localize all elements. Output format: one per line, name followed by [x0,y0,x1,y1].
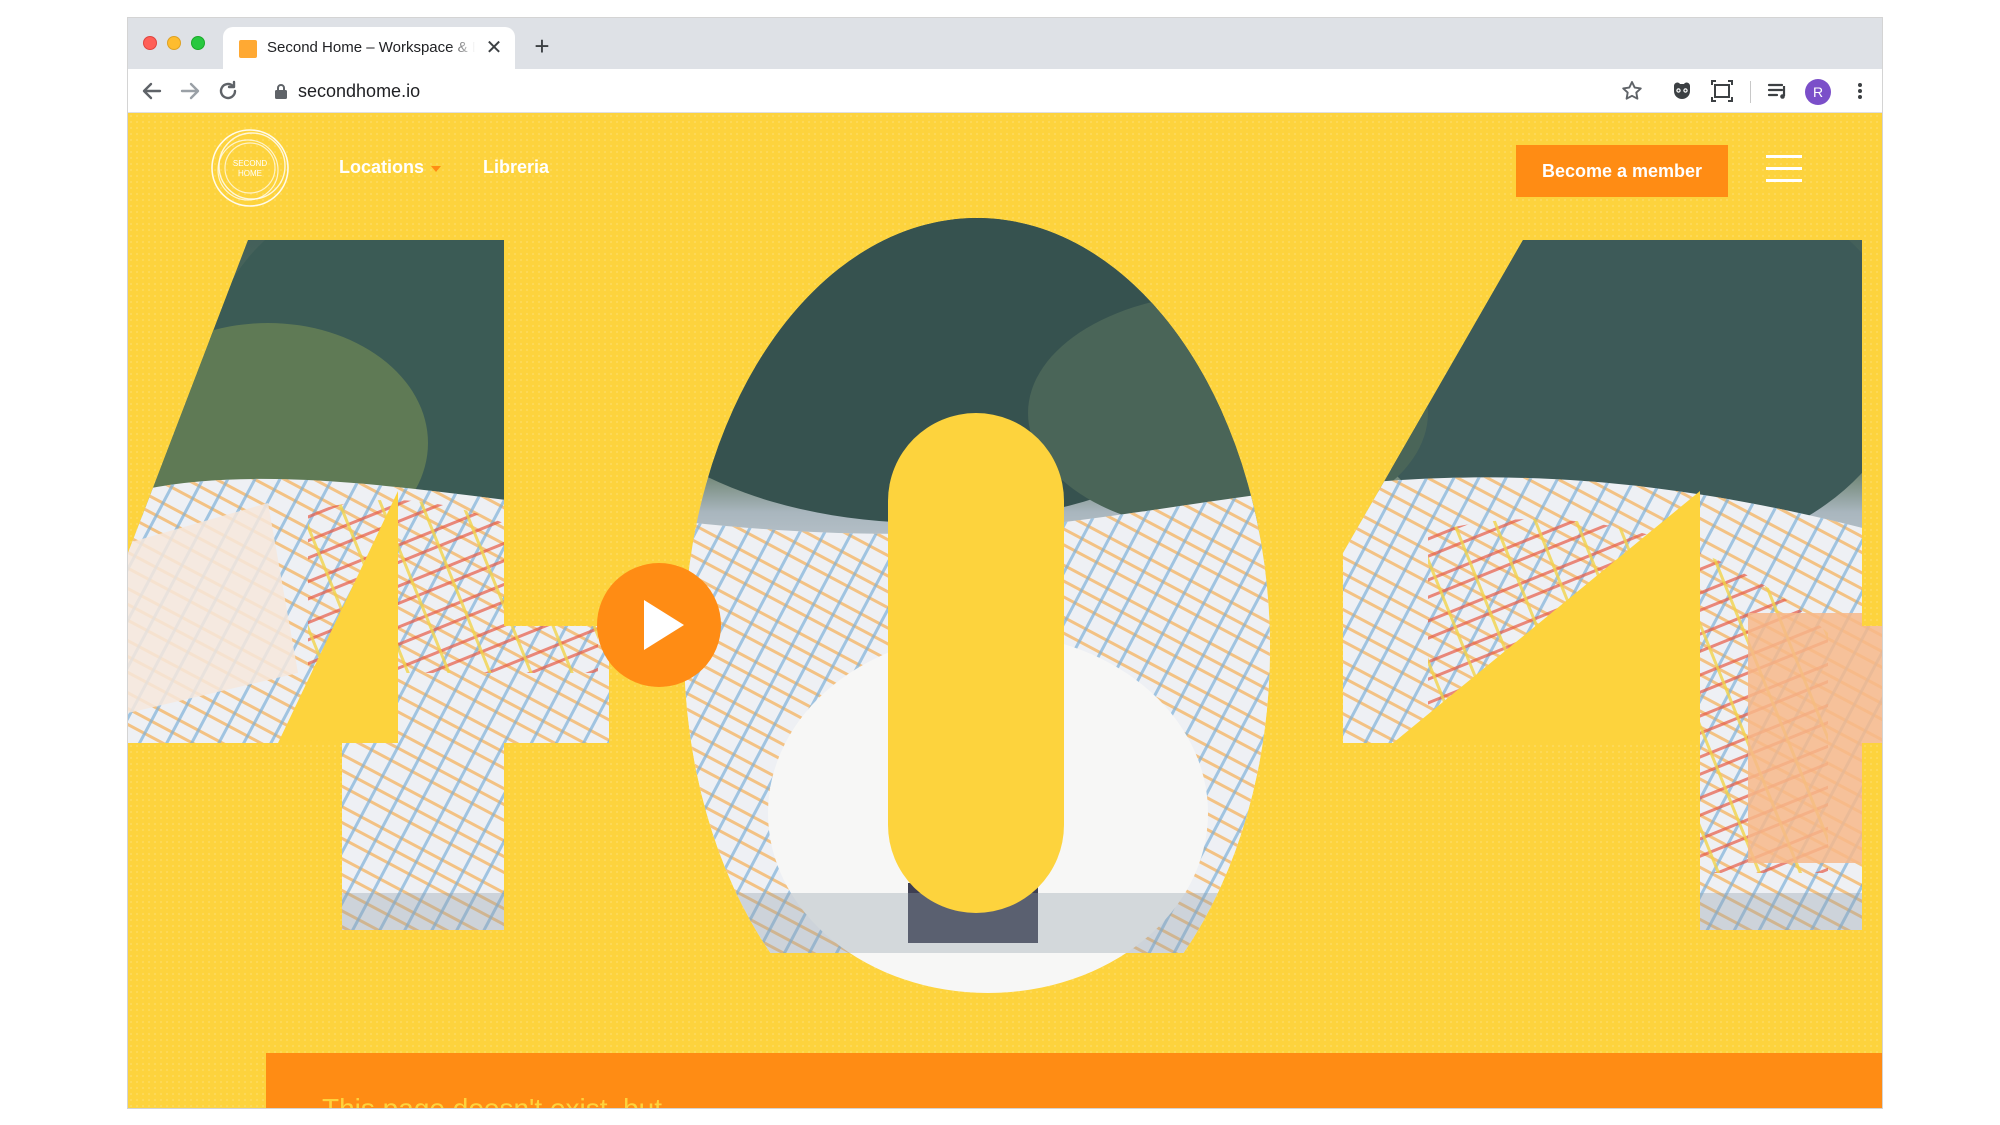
chevron-down-icon [431,166,441,172]
screenshot-icon [1711,80,1733,102]
forward-arrow-icon [180,82,200,100]
second-home-logo[interactable]: SECOND HOME [204,125,296,211]
bookmark-star-icon [1622,81,1642,100]
hamburger-menu-icon[interactable] [1766,155,1802,183]
reload-icon [219,80,237,100]
become-member-button[interactable]: Become a member [1516,145,1728,197]
address-bar[interactable]: secondhome.io [262,73,1662,109]
browser-window: Second Home – Workspace & Events ✕ + sec… [128,18,1882,1108]
zero-counter [888,413,1064,913]
nav-locations-link[interactable]: Locations [339,157,424,178]
close-window-button[interactable] [143,36,157,50]
extension-button[interactable] [1668,77,1696,105]
profile-avatar[interactable]: R [1805,79,1831,105]
browser-menu-button[interactable] [1846,77,1874,105]
lock-icon [275,84,287,99]
error-message-band: This page doesn't exist, but... [266,1053,1882,1108]
browser-tab-active[interactable]: Second Home – Workspace & Events ✕ [223,27,515,69]
media-queue-icon [1767,83,1786,99]
tab-close-button[interactable]: ✕ [483,37,505,59]
kebab-menu-icon [1858,83,1862,99]
back-arrow-icon [142,82,162,100]
screenshot-button[interactable] [1708,77,1736,105]
new-tab-button[interactable]: + [528,32,556,60]
tab-title: Second Home – Workspace & Events [267,39,475,59]
url-text[interactable]: secondhome.io [298,81,420,102]
error-message-text: This page doesn't exist, but... [322,1093,685,1108]
play-video-button[interactable] [597,563,721,687]
bookmark-button[interactable] [1618,77,1646,105]
minimize-window-button[interactable] [167,36,181,50]
media-queue-button[interactable] [1764,77,1792,105]
site-favicon-icon [239,40,257,58]
nav-libreria-link[interactable]: Libreria [483,157,549,178]
toolbar-divider [1750,81,1751,103]
forward-button[interactable] [176,77,204,105]
reload-button[interactable] [214,77,242,105]
page-content: SECOND HOME Locations Libreria Become a … [128,113,1882,1108]
play-icon [644,600,684,650]
hero-404-graphic [128,218,1882,993]
tab-strip: Second Home – Workspace & Events ✕ + [128,18,1882,69]
back-button[interactable] [138,77,166,105]
browser-toolbar: secondhome.io R [128,69,1882,113]
logo-text-line1: SECOND [233,159,267,168]
logo-text-line2: HOME [238,169,262,178]
extension-icon [1674,82,1690,99]
maximize-window-button[interactable] [191,36,205,50]
